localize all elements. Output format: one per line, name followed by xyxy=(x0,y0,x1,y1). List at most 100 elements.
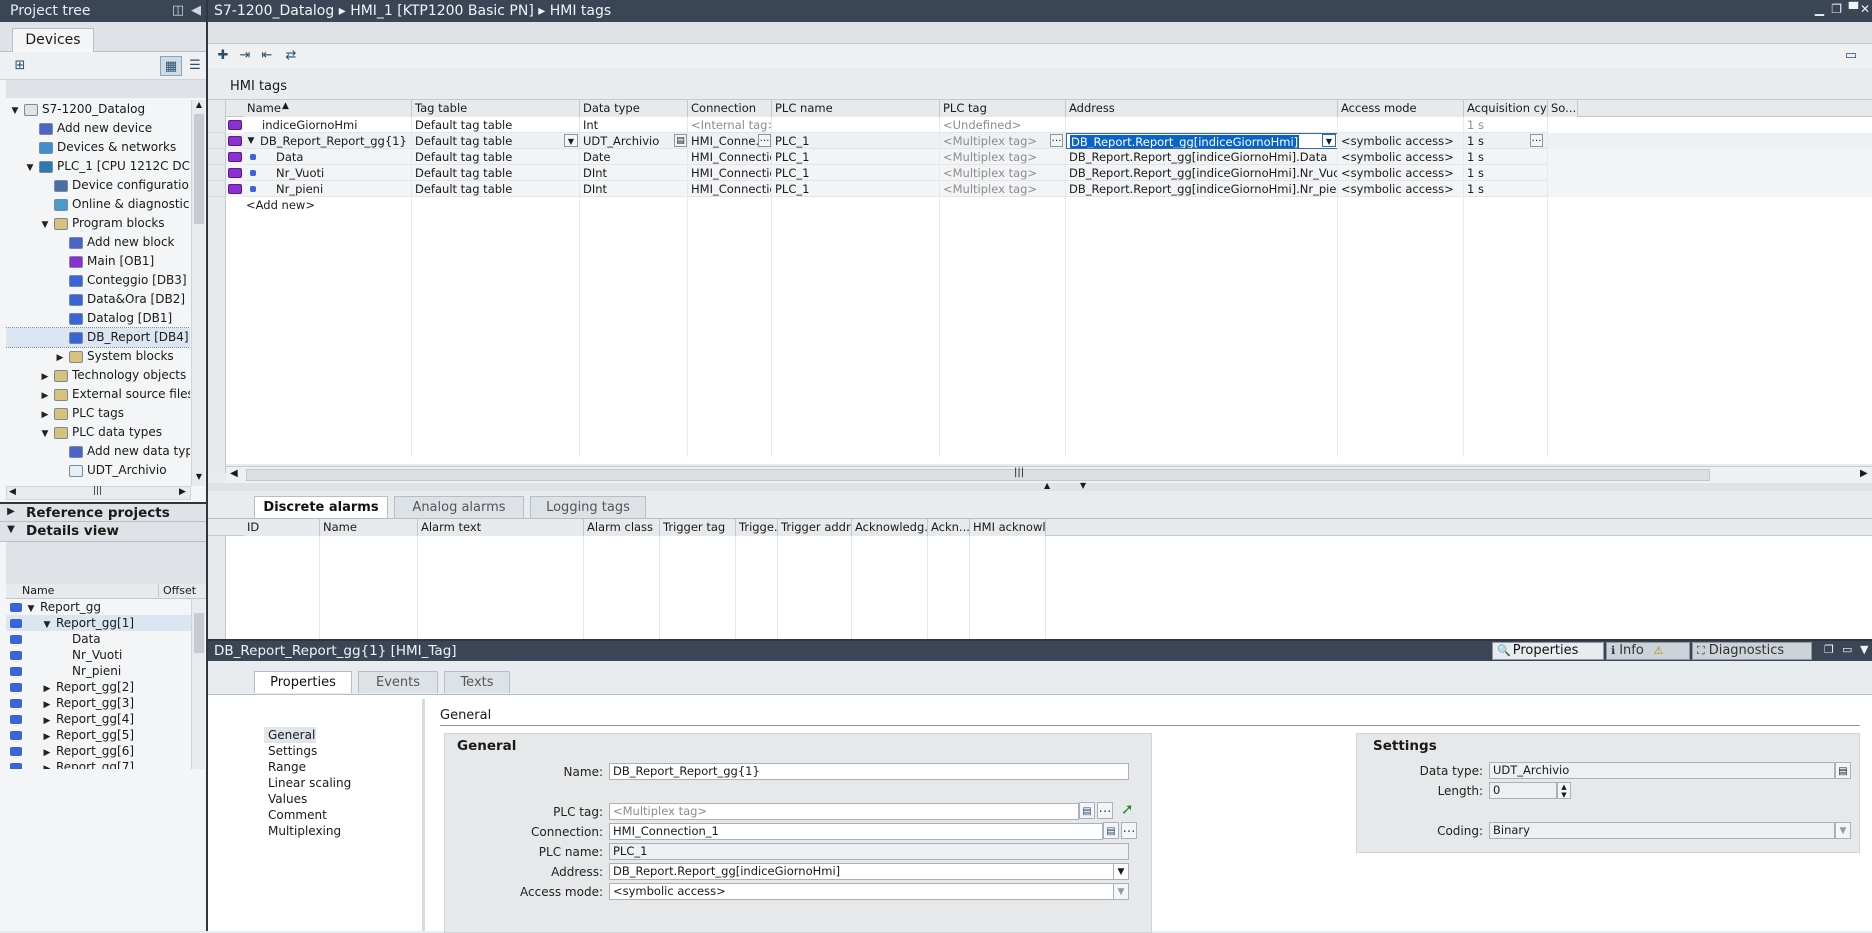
tab-properties[interactable]: Properties xyxy=(254,671,352,693)
add-new-label[interactable]: <Add new> xyxy=(246,198,315,212)
scroll-grip-icon[interactable]: ||| xyxy=(1014,467,1024,478)
tab-diagnostics-right[interactable]: ⛶ Diagnostics xyxy=(1692,642,1812,660)
tree-item[interactable]: Datalog [DB1] xyxy=(6,309,190,328)
cell-access[interactable]: <symbolic access> xyxy=(1338,149,1464,165)
cell-tag_table[interactable]: Default tag table xyxy=(412,181,580,197)
access-mode-field[interactable]: <symbolic access> xyxy=(609,883,1115,900)
cell-name[interactable]: Nr_pieni xyxy=(244,181,412,197)
splitter[interactable]: ▲ ▼ xyxy=(208,481,1872,491)
alarm-column-header[interactable]: Alarm class xyxy=(584,519,660,536)
cell-connection[interactable]: HMI_Connectio... xyxy=(688,149,772,165)
cell-cycle[interactable]: 1 s xyxy=(1464,117,1548,133)
column-header[interactable]: So... xyxy=(1548,100,1578,117)
window-collapse-icon[interactable]: ▼ xyxy=(1860,643,1868,656)
tree-item[interactable]: Online & diagnostics xyxy=(6,195,190,214)
tab-logging-tags[interactable]: Logging tags xyxy=(530,496,646,518)
connection-browse-icon[interactable]: ▤ xyxy=(1103,822,1119,839)
tab-properties-right[interactable]: 🔍 Properties xyxy=(1492,642,1604,660)
details-item[interactable]: ▶ Report_gg[7] xyxy=(6,759,191,769)
tree-hscroll[interactable]: ◀ ||| ▶ xyxy=(6,486,191,500)
cell-plc_tag[interactable]: <Undefined> xyxy=(940,117,1066,133)
tree-options-icon[interactable]: ⊞ xyxy=(9,56,31,76)
cell-name[interactable]: Nr_Vuoti xyxy=(244,165,412,181)
tab-events[interactable]: Events xyxy=(358,671,438,693)
tree-item[interactable]: Device configuration xyxy=(6,176,190,195)
export-icon[interactable]: ⇥ xyxy=(234,46,256,66)
tab-discrete-alarms[interactable]: Discrete alarms xyxy=(254,496,388,518)
grid-scroll-thumb[interactable] xyxy=(246,469,1710,481)
cell-plc_name[interactable]: PLC_1 xyxy=(772,165,940,181)
cell-tag_table[interactable]: Default tag table xyxy=(412,133,580,149)
connection-more-icon[interactable]: … xyxy=(758,134,771,147)
column-header[interactable]: PLC name xyxy=(772,100,940,117)
details-item[interactable]: Nr_pieni xyxy=(6,663,191,679)
tag-browse-icon[interactable]: ▤ xyxy=(1079,802,1095,819)
scroll-up-icon[interactable]: ▲ xyxy=(193,100,205,112)
table-row[interactable]: ▼ DB_Report_Report_gg{1} Default tag table… xyxy=(208,133,1872,149)
inspector-nav-item[interactable]: Values xyxy=(264,791,408,807)
alarm-column-header[interactable]: Trigger tag xyxy=(660,519,736,536)
add-tag-icon[interactable]: ✚ xyxy=(212,46,234,66)
tag-table-dropdown-icon[interactable]: ▼ xyxy=(564,134,578,147)
details-item[interactable]: ▶ Report_gg[5] xyxy=(6,727,191,743)
details-item[interactable]: ▼ Report_gg xyxy=(6,599,191,615)
cell-plc_tag[interactable]: <Multiplex tag> xyxy=(940,165,1066,181)
cell-plc_name[interactable]: PLC_1 xyxy=(772,149,940,165)
sort-asc-icon[interactable]: ▲ xyxy=(282,101,289,111)
tree-item[interactable]: Add new data type xyxy=(6,442,190,461)
details-item[interactable]: ▶ Report_gg[4] xyxy=(6,711,191,727)
cell-name[interactable]: indiceGiornoHmi xyxy=(244,117,412,133)
breadcrumb-item-tags[interactable]: HMI tags xyxy=(550,3,611,19)
coding-dropdown-icon[interactable]: ▼ xyxy=(1835,822,1851,839)
cell-plc_tag[interactable]: <Multiplex tag> xyxy=(940,133,1066,149)
cell-cycle[interactable]: 1 s xyxy=(1464,149,1548,165)
cell-connection[interactable]: <Internal tag> xyxy=(688,117,772,133)
plc-tag-field[interactable]: <Multiplex tag> xyxy=(609,803,1079,820)
maximize-icon[interactable]: ▀ xyxy=(1849,2,1858,16)
inspector-nav-item[interactable]: General xyxy=(264,727,316,743)
close-icon[interactable]: ✕ xyxy=(1860,2,1870,16)
data-type-browse-icon[interactable]: ▤ xyxy=(1835,762,1851,779)
name-field[interactable]: DB_Report_Report_gg{1} xyxy=(609,763,1129,780)
window-min-icon[interactable]: ▭ xyxy=(1842,643,1852,656)
cell-data_type[interactable]: DInt xyxy=(580,165,688,181)
table-row[interactable]: Nr_Vuoti Default tag table DInt HMI_Connect… xyxy=(208,165,1872,181)
breadcrumb-item-hmi[interactable]: HMI_1 [KTP1200 Basic PN] xyxy=(350,3,534,19)
scroll-left-icon[interactable]: ◀ xyxy=(230,468,238,479)
row-header[interactable] xyxy=(208,165,226,181)
cell-plc_name[interactable]: PLC_1 xyxy=(772,181,940,197)
cell-plc_name[interactable] xyxy=(772,117,940,133)
address-field[interactable]: DB_Report.Report_gg[indiceGiornoHmi] xyxy=(609,863,1115,880)
cell-cycle[interactable]: 1 s xyxy=(1464,165,1548,181)
address-dropdown-icon[interactable]: ▼ xyxy=(1322,134,1336,147)
details-item[interactable]: ▶ Report_gg[6] xyxy=(6,743,191,759)
tree-item[interactable]: ▼PLC_1 [CPU 1212C DC/D... xyxy=(6,157,190,176)
plc-tag-more-icon[interactable]: … xyxy=(1050,134,1063,147)
tree-item[interactable]: ▼ Program blocks xyxy=(6,214,190,233)
tree-item[interactable]: Data&Ora [DB2] xyxy=(6,290,190,309)
tree-item[interactable]: DB_Report [DB4] xyxy=(6,327,190,348)
connection-more-button[interactable]: … xyxy=(1121,822,1137,839)
scroll-thumb[interactable] xyxy=(194,114,204,224)
access-dropdown-icon[interactable]: ▼ xyxy=(1113,883,1129,900)
cell-plc_name[interactable]: PLC_1 xyxy=(772,133,940,149)
details-vscroll[interactable] xyxy=(191,599,205,769)
scroll-down-icon[interactable]: ▼ xyxy=(193,472,205,484)
tree-item[interactable]: Main [OB1] xyxy=(6,252,190,271)
scroll-left-icon[interactable]: ◀ xyxy=(9,487,16,497)
splitter-down-icon[interactable]: ▼ xyxy=(1080,481,1086,490)
tree-item[interactable]: Add new block xyxy=(6,233,190,252)
cell-data_type[interactable]: DInt xyxy=(580,181,688,197)
cell-data_type[interactable]: Date xyxy=(580,149,688,165)
tree-item[interactable]: Devices & networks xyxy=(6,138,190,157)
cell-access[interactable]: <symbolic access> xyxy=(1338,181,1464,197)
chevron-right-icon[interactable]: ▶ xyxy=(42,761,52,769)
alarm-column-header[interactable]: Alarm text xyxy=(418,519,584,536)
tree-vscroll[interactable]: ▲ ▼ xyxy=(191,100,205,486)
alarm-column-header[interactable]: HMI acknowl... xyxy=(970,519,1046,536)
cell-name[interactable]: Data xyxy=(244,149,412,165)
cell-address[interactable]: DB_Report.Report_gg[indiceGiornoHmi].Nr_… xyxy=(1066,181,1338,197)
tree-item[interactable]: Add new device xyxy=(6,119,190,138)
tree-item[interactable]: ▶ PLC tags xyxy=(6,404,190,423)
cell-address[interactable] xyxy=(1066,117,1338,133)
